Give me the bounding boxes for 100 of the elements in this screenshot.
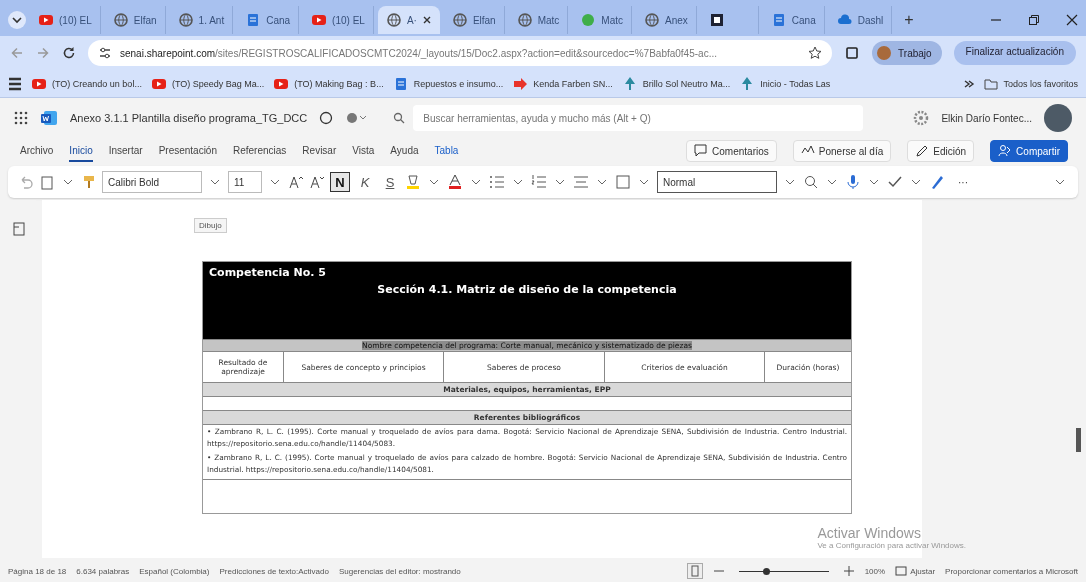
address-bar[interactable]: senai.sharepoint.com/sites/REGISTROSCALIFICADOSCMTC2024/_layouts/15/Doc2.aspx?action=edit&sourcedoc=%7Babfa0f45-ac... <box>88 40 833 66</box>
globe-icon <box>385 12 402 28</box>
zoom-percent[interactable]: 100% <box>864 566 886 576</box>
reload-icon[interactable] <box>62 46 76 60</box>
font-color-icon[interactable] <box>447 174 463 190</box>
ribbon-tab[interactable]: Presentación <box>158 140 217 162</box>
document-title[interactable]: Anexo 3.1.1 Plantilla diseño programa_TG_DCC <box>70 112 308 124</box>
slider-thumb[interactable] <box>762 567 770 575</box>
settings-icon[interactable] <box>913 110 930 126</box>
user-avatar[interactable] <box>1044 104 1072 132</box>
folder-icon <box>984 76 999 91</box>
search-field[interactable]: Buscar herramientas, ayuda y mucho más (Alt + Q) <box>413 105 864 131</box>
extension-icon[interactable] <box>844 45 861 61</box>
update-button[interactable]: Finalizar actualización <box>953 41 1076 65</box>
feedback-link[interactable]: Proporcionar comentarios a Microsoft <box>945 566 1078 576</box>
ribbon-tab[interactable]: Inicio <box>69 140 93 162</box>
bookmark[interactable]: Brillo Sol Neutro Ma... <box>621 75 731 92</box>
all-bookmarks-button[interactable]: Todos los favoritos <box>984 76 1078 91</box>
highlight-icon[interactable] <box>405 174 421 190</box>
bullets-icon[interactable] <box>489 174 505 190</box>
activation-title: Activar Windows <box>817 525 922 541</box>
font-size-dropdown[interactable]: 11 <box>228 171 262 193</box>
underline-button[interactable]: S <box>380 172 400 192</box>
find-icon[interactable] <box>803 174 819 190</box>
status-item[interactable]: Predicciones de texto:Activado <box>219 566 329 576</box>
word-logo-icon <box>40 110 58 126</box>
status-item[interactable]: Español (Colombia) <box>139 566 210 576</box>
editor-icon[interactable] <box>887 174 903 190</box>
more-options-button[interactable]: ··· <box>950 176 976 188</box>
dictate-icon[interactable] <box>845 174 861 190</box>
url-text: senai.sharepoint.com/sites/REGISTROSCALIFICADOSCMTC2024/_layouts/15/Doc2.aspx?action=edit&sourcedoc=%7Babfa0f45-ac... <box>120 47 718 59</box>
leaf-icon <box>580 12 597 28</box>
square-icon <box>708 12 725 28</box>
bookmark[interactable]: (TO) Speedy Bag Ma... <box>150 75 265 92</box>
bookmark[interactable]: Kenda Farben SN... <box>512 75 613 92</box>
ribbon-tab[interactable]: Tabla <box>434 140 459 162</box>
browser-tab[interactable]: (10) EL <box>303 6 374 34</box>
ribbon-action-button[interactable]: Ponerse al día <box>792 140 892 162</box>
bookmark[interactable]: (TO) Making Bag : B... <box>273 75 384 92</box>
star-icon[interactable] <box>808 46 823 60</box>
scrollbar-thumb[interactable] <box>1076 428 1081 452</box>
globe-icon <box>112 12 129 28</box>
browser-tab[interactable]: Elfan <box>104 6 166 34</box>
tab-search-icon[interactable] <box>8 11 26 29</box>
globe-icon <box>451 12 468 28</box>
italic-button[interactable]: K <box>355 172 375 192</box>
status-item[interactable]: Página 18 de 18 <box>8 566 67 576</box>
ribbon-action-button[interactable]: Comentarios <box>686 140 777 162</box>
browser-tab[interactable]: Anex <box>636 6 697 34</box>
ribbon-action-button[interactable]: Edición <box>907 140 975 162</box>
format-painter-icon[interactable] <box>81 174 97 190</box>
section-title: Sección 4.1. Matriz de diseño de la competencia <box>376 283 678 296</box>
ribbon-tab[interactable]: Referencias <box>233 140 287 162</box>
profile-button[interactable]: Trabajo <box>872 41 942 65</box>
browser-tab[interactable]: 1. Ant <box>169 6 234 34</box>
ribbon-tab[interactable]: Insertar <box>108 140 143 162</box>
site-info-icon[interactable] <box>98 46 112 60</box>
app-launcher-icon[interactable] <box>14 111 28 125</box>
ribbon-tab[interactable]: Vista <box>352 140 375 162</box>
video-icon <box>311 12 328 28</box>
drawing-label: Dibujo <box>194 218 227 233</box>
ribbon-tab[interactable]: Ayuda <box>390 140 419 162</box>
bold-button[interactable]: N <box>330 172 350 192</box>
globe-icon <box>177 12 194 28</box>
style-dropdown[interactable]: Normal <box>657 171 777 193</box>
navigation-pane-icon[interactable] <box>12 222 26 236</box>
designer-icon[interactable] <box>929 174 945 190</box>
browser-tab[interactable]: Matc <box>572 6 632 34</box>
browser-tab[interactable]: Cana <box>237 6 300 34</box>
apps-icon[interactable] <box>8 76 22 91</box>
browser-tab[interactable]: (10) EL <box>30 6 101 34</box>
fit-button[interactable]: Ajustar <box>895 565 936 577</box>
bookmark[interactable]: Repuestos e insumo... <box>392 75 504 92</box>
user-name[interactable]: Elkin Darío Fontec... <box>941 112 1032 124</box>
close-icon[interactable] <box>421 15 432 25</box>
browser-tab[interactable]: A· <box>377 6 440 34</box>
ribbon-tab[interactable]: Archivo <box>20 140 54 162</box>
browser-tab[interactable]: Elfan <box>443 6 505 34</box>
browser-tab[interactable]: Matc <box>508 6 569 34</box>
globe-icon <box>516 12 533 28</box>
arrow-icon <box>512 75 529 92</box>
status-item[interactable]: Sugerencias del editor: mostrando <box>338 566 461 576</box>
status-item[interactable]: 6.634 palabras <box>76 566 130 576</box>
font-dropdown[interactable]: Calibri Bold <box>102 171 202 193</box>
bookmark[interactable]: (TO) Creando un bol... <box>31 75 142 92</box>
restore-icon[interactable] <box>1028 14 1040 26</box>
share-button[interactable]: Compartir <box>990 140 1068 162</box>
activation-hint: Ve a Configuración para activar Windows. <box>817 541 966 550</box>
ribbon-tab[interactable]: Revisar <box>302 140 337 162</box>
browser-tab[interactable]: Cana <box>762 6 825 34</box>
share-icon <box>998 144 1013 158</box>
browser-tab[interactable]: Dashl <box>828 6 893 34</box>
grow-font-icon[interactable] <box>288 174 304 190</box>
fit-icon <box>895 565 908 577</box>
edit-icon <box>915 144 930 158</box>
new-tab-button[interactable]: + <box>896 11 922 29</box>
zoom-in-icon[interactable] <box>842 565 855 577</box>
bookmark[interactable]: Inicio - Todas Las <box>739 75 831 92</box>
shrink-font-icon[interactable] <box>309 174 325 190</box>
close-icon[interactable] <box>1066 14 1078 26</box>
